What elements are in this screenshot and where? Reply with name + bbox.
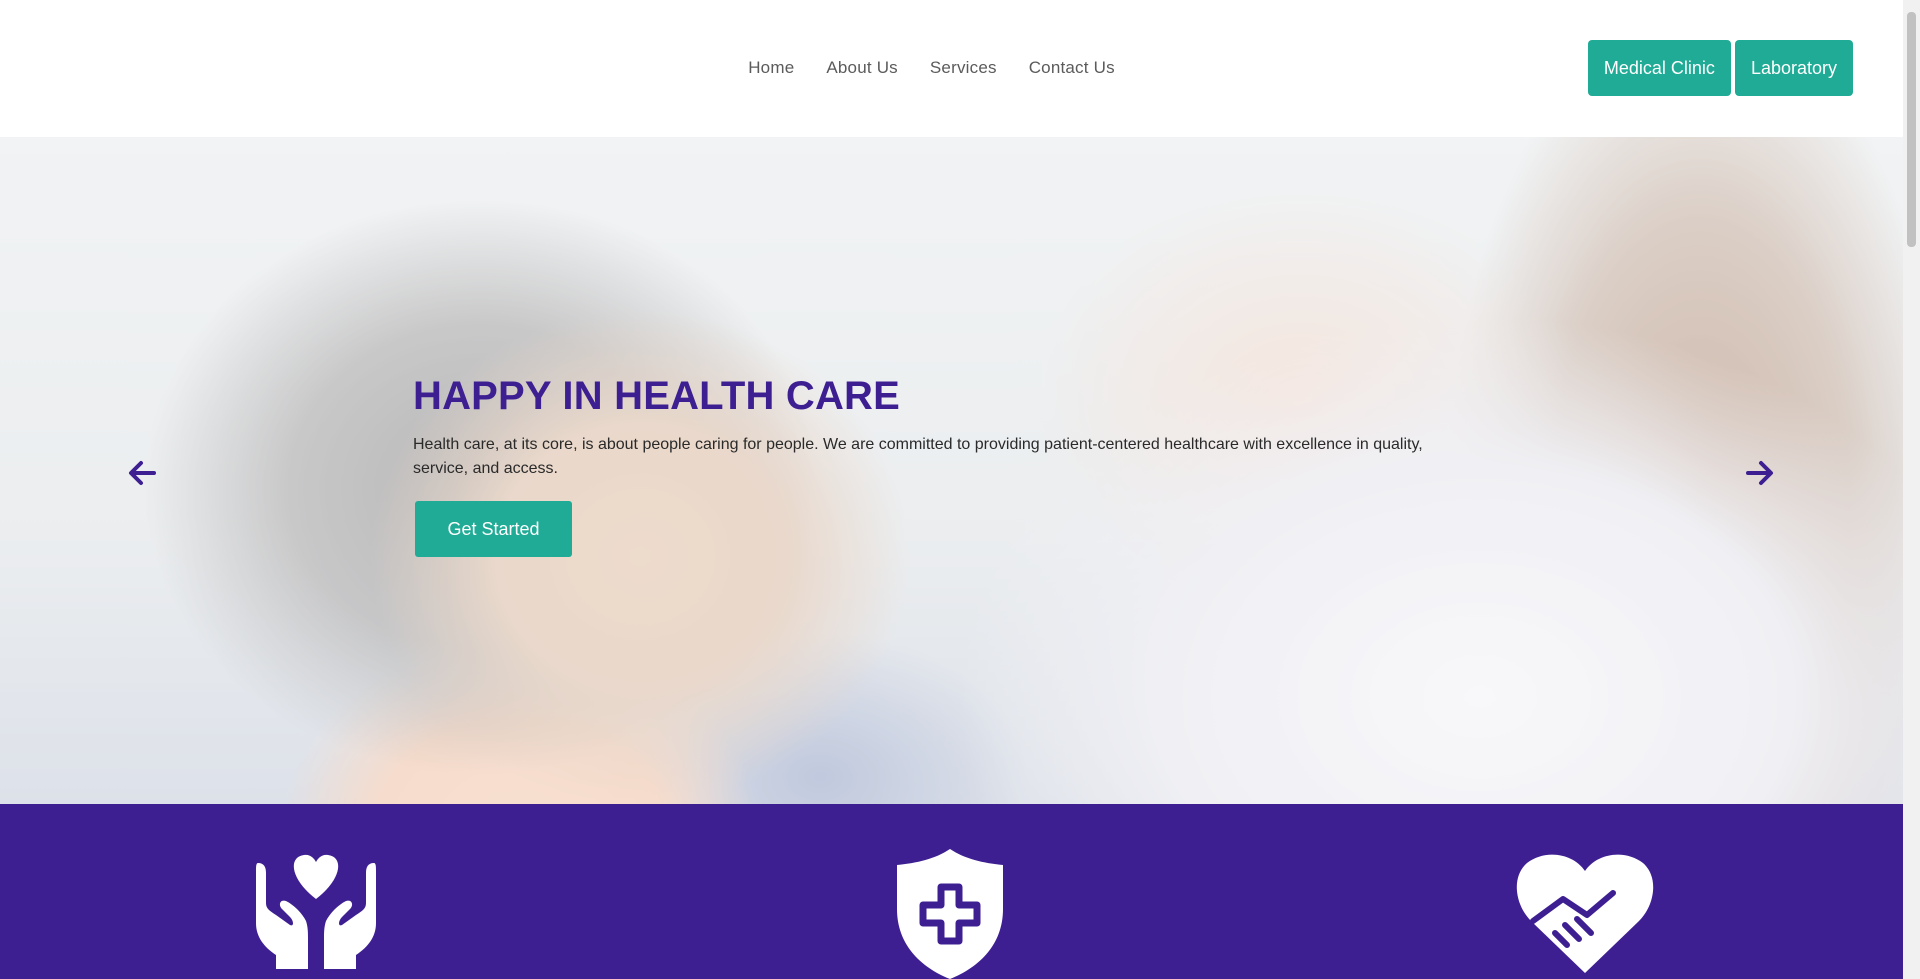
arrow-left-icon [129, 461, 156, 485]
hero-content: HAPPY IN HEALTH CARE Health care, at its… [413, 374, 1473, 557]
scrollbar-thumb[interactable] [1907, 12, 1916, 247]
carousel-prev-button[interactable] [124, 455, 160, 491]
handshake-heart-icon [1515, 849, 1655, 979]
laboratory-button[interactable]: Laboratory [1734, 40, 1853, 96]
nav-contact-link[interactable]: Contact Us [1029, 58, 1115, 78]
nav-home-link[interactable]: Home [748, 58, 794, 78]
medical-clinic-button[interactable]: Medical Clinic [1587, 40, 1731, 96]
carousel-next-button[interactable] [1742, 455, 1778, 491]
shield-plus-icon [895, 849, 1005, 979]
header-button-group: Medical Clinic Laboratory [1587, 40, 1853, 96]
nav-about-link[interactable]: About Us [826, 58, 898, 78]
hero-carousel: HAPPY IN HEALTH CARE Health care, at its… [0, 137, 1903, 804]
site-header: Home About Us Services Contact Us Medica… [0, 0, 1903, 137]
page-scrollbar[interactable] [1903, 0, 1920, 979]
hero-title: HAPPY IN HEALTH CARE [413, 374, 901, 418]
features-band [0, 804, 1903, 979]
page: Home About Us Services Contact Us Medica… [0, 0, 1920, 979]
hands-heart-icon [250, 849, 382, 974]
hero-description: Health care, at its core, is about peopl… [413, 436, 1423, 477]
arrow-right-icon [1746, 461, 1773, 485]
nav-services-link[interactable]: Services [930, 58, 997, 78]
get-started-button[interactable]: Get Started [415, 501, 572, 557]
